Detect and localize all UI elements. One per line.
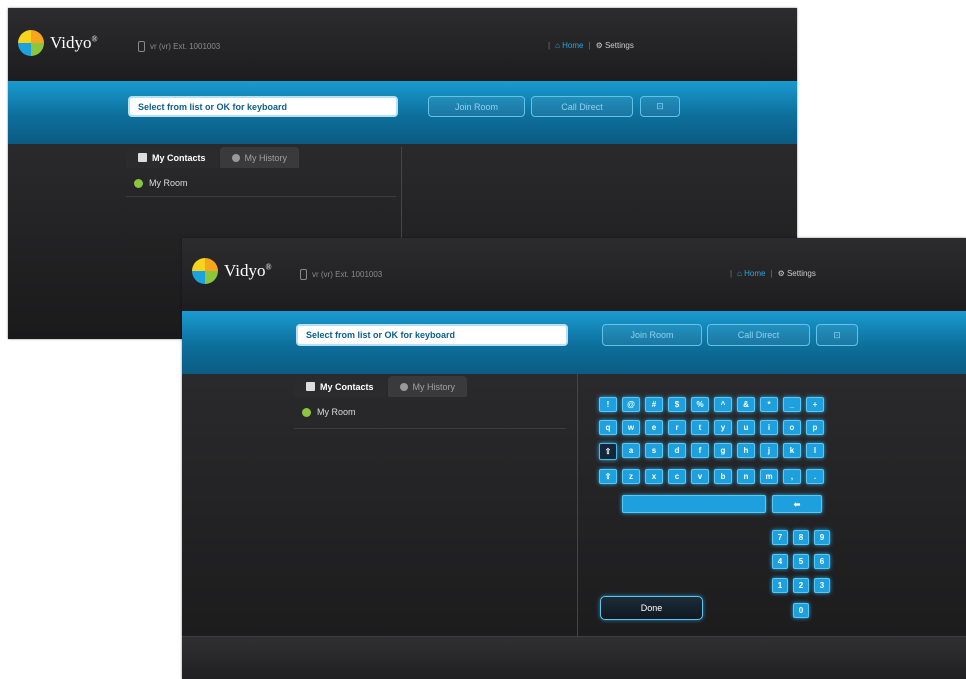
top-nav: | ⌂ Home | ⚙ Settings [548,41,634,50]
call-direct-button[interactable]: Call Direct [707,324,810,346]
numpad-key[interactable]: 5 [793,554,809,569]
contacts-icon [306,382,315,391]
key[interactable]: + [806,397,824,412]
backspace-key[interactable]: ⬅ [772,495,822,513]
key[interactable]: a [622,443,640,458]
contact-card-button[interactable]: ⊡ [816,324,858,346]
join-room-button[interactable]: Join Room [602,324,702,346]
done-button[interactable]: Done [600,596,703,620]
key[interactable]: c [668,469,686,484]
key[interactable]: w [622,420,640,435]
nav-settings[interactable]: ⚙ Settings [778,269,816,278]
tab-my-contacts[interactable]: My Contacts [294,376,386,397]
numpad-key[interactable]: 1 [772,578,788,593]
front-screen: Vidyo® vr (vr) Ext. 1001003 | ⌂ Home | ⚙… [182,238,966,679]
vidyo-logo-icon [192,258,218,284]
key[interactable]: p [806,420,824,435]
key[interactable]: k [783,443,801,458]
key[interactable]: t [691,420,709,435]
numpad-key[interactable]: 9 [814,530,830,545]
search-input[interactable]: Select from list or OK for keyboard [128,96,398,117]
tab-my-history[interactable]: My History [219,147,300,168]
footer-bar [182,636,966,679]
vidyo-logo: Vidyo® [192,258,272,284]
microphone-icon [138,41,145,52]
key[interactable]: j [760,443,778,458]
key[interactable]: d [668,443,686,458]
key[interactable]: e [645,420,663,435]
room-status-icon [134,178,143,188]
key[interactable]: r [668,420,686,435]
key[interactable]: g [714,443,732,458]
numpad-key[interactable]: 6 [814,554,830,569]
key[interactable]: h [737,443,755,458]
search-input[interactable]: Select from list or OK for keyboard [296,324,568,346]
top-bar [8,8,797,81]
numpad-key[interactable]: 0 [793,603,809,618]
key[interactable]: ^ [714,397,732,412]
key[interactable]: q [599,420,617,435]
key[interactable]: % [691,397,709,412]
call-direct-button[interactable]: Call Direct [531,96,633,117]
key[interactable]: u [737,420,755,435]
join-room-button[interactable]: Join Room [428,96,525,117]
key[interactable]: @ [622,397,640,412]
key[interactable]: _ [783,397,801,412]
nav-settings[interactable]: ⚙ Settings [596,41,634,50]
microphone-icon [300,269,307,280]
history-icon [231,153,240,162]
history-icon [399,382,408,391]
key[interactable]: i [760,420,778,435]
list-item[interactable]: My Room [302,407,356,417]
numpad-key[interactable]: 3 [814,578,830,593]
key[interactable]: b [714,469,732,484]
vidyo-logo-icon [18,30,44,56]
panel-divider [577,374,578,637]
key[interactable]: x [645,469,663,484]
key[interactable]: . [806,469,824,484]
key[interactable]: , [783,469,801,484]
space-bar[interactable] [622,495,766,513]
contacts-icon [138,153,147,162]
tab-my-contacts[interactable]: My Contacts [126,147,218,168]
key[interactable]: l [806,443,824,458]
key[interactable]: * [760,397,778,412]
key[interactable]: f [691,443,709,458]
numpad-key[interactable]: 8 [793,530,809,545]
caps-lock-key[interactable]: ⇧ [599,443,617,460]
key[interactable]: n [737,469,755,484]
key[interactable]: m [760,469,778,484]
key[interactable]: # [645,397,663,412]
key[interactable]: & [737,397,755,412]
tab-my-history[interactable]: My History [387,376,468,397]
key[interactable]: ! [599,397,617,412]
room-status-icon [302,407,311,417]
shift-key[interactable]: ⇧ [599,469,617,484]
user-extension: vr (vr) Ext. 1001003 [138,41,220,52]
key[interactable]: s [645,443,663,458]
contact-tabs: My Contacts My History [126,147,300,168]
key[interactable]: $ [668,397,686,412]
vidyo-logo: Vidyo® [18,30,98,56]
contact-tabs: My Contacts My History [294,376,468,397]
numpad-key[interactable]: 2 [793,578,809,593]
key[interactable]: v [691,469,709,484]
nav-home[interactable]: ⌂ Home [555,41,583,50]
user-extension: vr (vr) Ext. 1001003 [300,269,382,280]
key[interactable]: z [622,469,640,484]
contact-card-button[interactable]: ⊡ [640,96,680,117]
numpad-key[interactable]: 4 [772,554,788,569]
list-item[interactable]: My Room [134,178,188,188]
top-nav: | ⌂ Home | ⚙ Settings [730,269,816,278]
nav-home[interactable]: ⌂ Home [737,269,765,278]
list-divider [126,196,396,197]
key[interactable]: o [783,420,801,435]
content-area [182,374,966,679]
key[interactable]: y [714,420,732,435]
numpad-key[interactable]: 7 [772,530,788,545]
list-divider [294,428,566,429]
